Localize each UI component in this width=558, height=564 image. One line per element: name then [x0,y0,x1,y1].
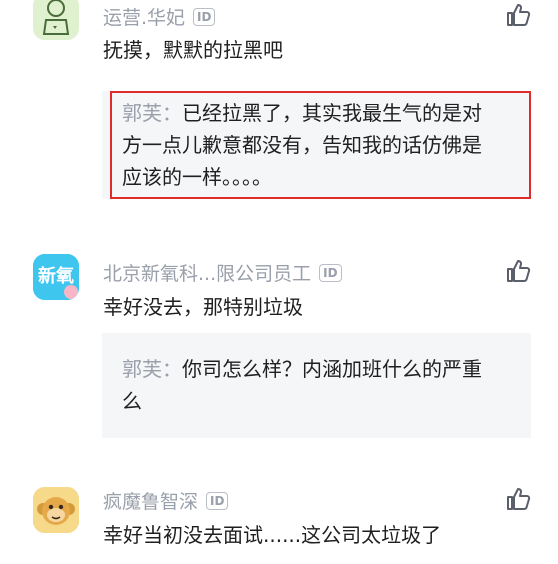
username-text[interactable]: 疯魔鲁智深 [103,487,198,514]
comment-item-1: 运营.华妃 ID 抚摸，默默的拉黑吧 郭芙：已经拉黑了，其实我最生气的是对 方一… [0,0,558,210]
comment-item-3: 疯魔鲁智深 ID 幸好当初没去面试......这公司太垃圾了 [0,480,558,564]
username[interactable]: 疯魔鲁智深 ID [103,487,229,514]
username-text[interactable]: 运营.华妃 [103,3,185,30]
reply-line-1: 郭芙：你司怎么样？内涵加班什么的严重 [122,357,482,381]
id-badge: ID [193,7,216,26]
avatar[interactable]: 新氧 [33,254,79,300]
comment-text: 抚摸，默默的拉黑吧 [103,38,283,62]
thumbs-up-icon[interactable] [505,2,531,28]
username-text[interactable]: 北京新氧科...限公司员工 [103,259,311,286]
id-badge: ID [206,491,229,510]
profile-avatar-icon [33,0,79,40]
reply-text: 郭芙：你司怎么样？内涵加班什么的严重 么 [122,353,521,417]
avatar[interactable] [33,0,79,40]
thumbs-up-icon[interactable] [505,486,531,512]
reply-line-2: 么 [122,389,142,413]
avatar-text: 新氧 [38,266,74,287]
reply-box[interactable]: 郭芙：你司怎么样？内涵加班什么的严重 么 [102,333,531,438]
comment-item-2: 新氧 北京新氧科...限公司员工 ID 幸好没去，那特别垃圾 郭芙：你司怎么样？… [0,250,558,450]
highlight-box [110,91,531,199]
thumbs-up-icon[interactable] [505,258,531,284]
reply-author[interactable]: 郭芙： [122,357,182,381]
comment-text: 幸好没去，那特别垃圾 [103,295,303,319]
username[interactable]: 运营.华妃 ID [103,3,216,30]
avatar[interactable] [33,487,79,533]
monkey-avatar-icon [33,487,79,533]
username[interactable]: 北京新氧科...限公司员工 ID [103,259,342,286]
comment-text: 幸好当初没去面试......这公司太垃圾了 [103,523,442,547]
id-badge: ID [319,263,342,282]
